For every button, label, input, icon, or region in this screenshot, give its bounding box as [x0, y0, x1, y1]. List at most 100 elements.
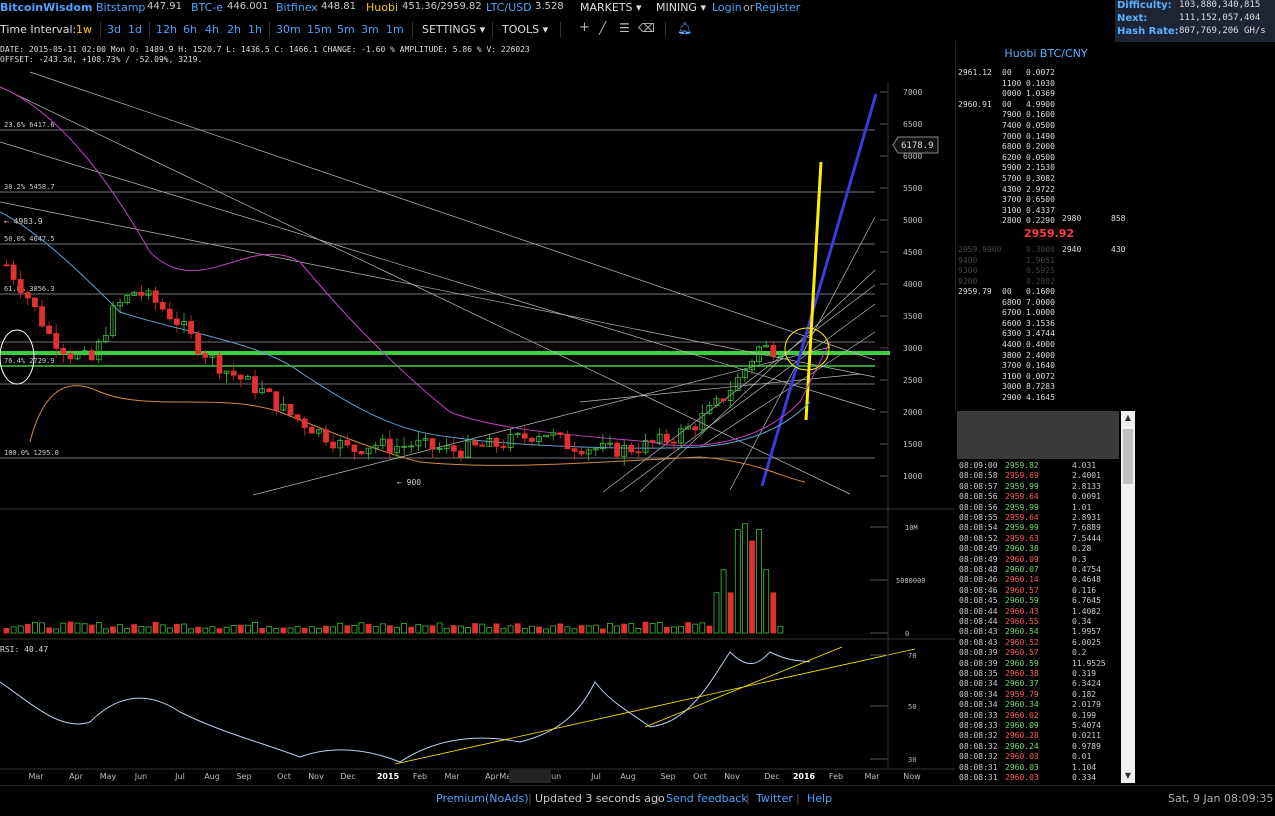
- settings-menu[interactable]: SETTINGS ▾: [422, 23, 485, 36]
- time-axis-label: Now: [903, 772, 921, 781]
- volume-bar: [457, 625, 464, 634]
- trade-price: 2959.99: [1005, 502, 1039, 512]
- trade-scrollbar[interactable]: ▲ ▼: [1121, 411, 1135, 783]
- register-link[interactable]: Register: [755, 1, 800, 14]
- login-link[interactable]: Login: [712, 1, 742, 14]
- alert-bell-icon[interactable]: 🔔︎: [677, 21, 692, 35]
- volume-bar: [756, 529, 762, 634]
- trade-price: 2960.55: [1005, 617, 1039, 626]
- candle-body: [457, 450, 464, 458]
- current-price-label: 6178.9: [901, 141, 934, 151]
- interval-6h[interactable]: 6h: [183, 23, 197, 36]
- time-axis-label: Jun: [134, 772, 148, 781]
- orderbook-cell: 4.9900: [1026, 99, 1055, 109]
- interval-15m[interactable]: 15m: [307, 23, 332, 36]
- volume-bar: [734, 529, 741, 634]
- scroll-down-icon[interactable]: ▼: [1121, 769, 1135, 783]
- interval-1w[interactable]: 1w: [76, 23, 92, 36]
- candle-body: [53, 333, 60, 349]
- help-link[interactable]: Help: [807, 792, 832, 805]
- markets-menu[interactable]: MARKETS ▾: [580, 1, 642, 14]
- trade-time: 08:08:58: [959, 471, 998, 481]
- trade-amount: 0.01: [1072, 752, 1092, 762]
- trade-time: 08:08:33: [959, 721, 998, 730]
- candle-body: [301, 418, 308, 428]
- trade-time: 08:08:57: [959, 481, 998, 491]
- moving-average-curve: [0, 211, 811, 449]
- interval-3d[interactable]: 3d: [107, 23, 121, 36]
- rsi-axis: 70 50 30: [870, 639, 916, 769]
- last-price: 2959.92: [1024, 227, 1075, 240]
- rsi-tick-label: 70: [908, 652, 916, 660]
- trade-amount: 0.4754: [1072, 565, 1101, 574]
- trade-time: 08:08:44: [959, 617, 998, 626]
- orderbook-cell: 6200: [1002, 152, 1022, 162]
- price-chart[interactable]: DATE: 2015-05-11 02:00 Mon O: 1489.9 H: …: [0, 42, 955, 784]
- twitter-link[interactable]: Twitter: [756, 792, 793, 805]
- rsi-tick-label: 50: [908, 703, 916, 711]
- trade-amount: 5.4074: [1072, 721, 1101, 730]
- volume-bar: [592, 624, 599, 634]
- crosshair-icon[interactable]: +: [579, 20, 590, 35]
- premium-link[interactable]: Premium(NoAds): [436, 792, 529, 805]
- tools-menu[interactable]: TOOLS ▾: [502, 23, 548, 36]
- draw-line-icon[interactable]: ╱: [599, 21, 606, 35]
- trade-price: 2960.37: [1005, 679, 1039, 689]
- interval-12h[interactable]: 12h: [156, 23, 177, 36]
- interval-1m[interactable]: 1m: [386, 23, 404, 36]
- trade-amount: 0.319: [1072, 669, 1097, 678]
- interval-1d[interactable]: 1d: [128, 23, 142, 36]
- interval-1h[interactable]: 1h: [248, 23, 262, 36]
- interval-30m[interactable]: 30m: [276, 23, 301, 36]
- candle-body: [628, 445, 635, 453]
- volume-bar: [131, 624, 138, 634]
- interval-4h[interactable]: 4h: [205, 23, 219, 36]
- trade-price: 2960.09: [1005, 554, 1039, 564]
- exchange-bitfinex[interactable]: Bitfinex: [276, 1, 318, 14]
- volume-bar: [486, 627, 493, 634]
- volume-bar: [720, 569, 727, 634]
- mining-menu[interactable]: MINING ▾: [656, 1, 706, 14]
- trade-time: 08:08:55: [959, 513, 998, 522]
- volume-bar: [500, 627, 507, 634]
- orderbook-cell: 9400: [958, 255, 978, 265]
- orderbook-title[interactable]: Huobi BTC/CNY: [956, 47, 1136, 60]
- interval-3m[interactable]: 3m: [361, 23, 379, 36]
- volume-bar: [521, 628, 528, 634]
- ask-row: 0000 1.0369: [956, 89, 1136, 99]
- fib-lines-icon[interactable]: ☰: [619, 21, 630, 35]
- scroll-up-icon[interactable]: ▲: [1121, 411, 1135, 425]
- exchange-ltcusd[interactable]: LTC/USD: [486, 1, 532, 14]
- trade-amount: 1.9957: [1072, 627, 1101, 637]
- volume-bar: [110, 626, 116, 634]
- exchange-bitstamp[interactable]: Bitstamp: [96, 1, 145, 14]
- orderbook-cell: 8.7283: [1026, 382, 1055, 392]
- time-axis-label: Jul: [174, 772, 185, 781]
- price-tick-label: 1500: [903, 440, 922, 449]
- time-axis-label: Nov: [308, 772, 324, 781]
- markets-label: MARKETS: [580, 1, 633, 14]
- volume-bar: [81, 623, 88, 634]
- volume-bar: [621, 623, 628, 634]
- volume-bar: [685, 622, 691, 634]
- exchange-btce[interactable]: BTC-e: [191, 1, 223, 14]
- interval-5m[interactable]: 5m: [337, 23, 355, 36]
- logo[interactable]: BitcoinWisdom: [0, 1, 92, 14]
- scroll-thumb[interactable]: [1123, 429, 1133, 484]
- candle-body: [60, 347, 67, 354]
- orderbook-cell: 2900: [1002, 393, 1022, 402]
- volume-bar: [244, 624, 251, 634]
- time-axis-label: Oct: [277, 772, 291, 781]
- erase-icon[interactable]: ⌫: [638, 21, 655, 35]
- trade-price: 2960.34: [1005, 700, 1039, 710]
- price-tick-label: 2000: [903, 408, 922, 417]
- exchange-huobi[interactable]: Huobi: [366, 1, 398, 14]
- feedback-link[interactable]: Send feedback: [666, 792, 748, 805]
- trade-price: 2959.99: [1005, 523, 1039, 533]
- trade-time: 08:08:32: [959, 731, 998, 741]
- trade-history[interactable]: 08:09:00 2959.82 4.031 08:08:58 2959.69 2.400…: [957, 411, 1135, 783]
- volume-bar: [95, 622, 102, 634]
- fib-label: 61.8% 3856.3: [4, 285, 55, 293]
- interval-2h[interactable]: 2h: [227, 23, 241, 36]
- trade-time: 08:08:33: [959, 710, 998, 720]
